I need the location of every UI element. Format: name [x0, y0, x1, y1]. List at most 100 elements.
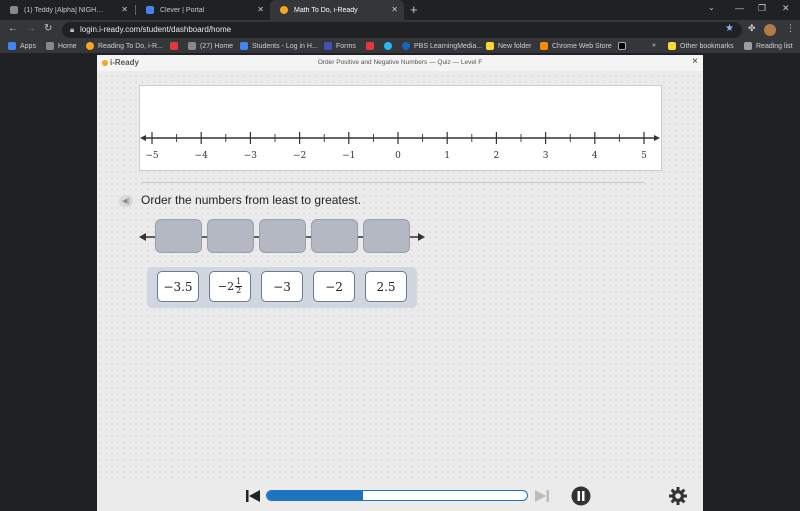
- clever-icon: [240, 42, 248, 50]
- card-denominator: 2: [236, 286, 242, 295]
- bookmark-red[interactable]: [366, 42, 378, 50]
- tab-close-icon[interactable]: ✕: [257, 5, 264, 14]
- bookmark-label: Chrome Web Store: [552, 42, 612, 50]
- tab-iready[interactable]: Math To Do, i-Ready ✕: [270, 0, 404, 20]
- card-value: −3.5: [163, 279, 193, 294]
- extensions-icon[interactable]: ✤: [748, 23, 756, 34]
- answer-slot-1[interactable]: [155, 219, 202, 253]
- number-card-neg-3[interactable]: −3: [261, 271, 303, 302]
- bookmark-reading[interactable]: Reading To Do, i-R...: [86, 42, 163, 50]
- bookmark-27-home[interactable]: (27) Home: [188, 42, 233, 50]
- tab-title: (1) Teddy [Alpha] NIGHTMARE M...: [24, 6, 104, 14]
- bookmark-label: Reading list: [756, 42, 793, 50]
- number-card-neg-3-5[interactable]: −3.5: [157, 271, 199, 302]
- right-arrow-icon: [654, 135, 660, 141]
- left-arrow-icon: [140, 135, 146, 141]
- tick-label: −2: [293, 151, 306, 161]
- tick-label: 2: [494, 151, 500, 161]
- speaker-icon[interactable]: ◀︎): [119, 195, 133, 207]
- bookmark-blue-circle[interactable]: [384, 42, 396, 50]
- minimize-icon[interactable]: —: [735, 3, 744, 13]
- bookmark-reading-list[interactable]: Reading list: [744, 42, 793, 50]
- tab-clever[interactable]: Clever | Portal ✕: [136, 0, 270, 20]
- bookmark-apps[interactable]: Apps: [8, 42, 36, 50]
- bookmark-new-folder[interactable]: New folder: [486, 42, 531, 50]
- back-icon[interactable]: ←: [8, 23, 18, 34]
- number-card-neg-2-half[interactable]: −2 1 2: [209, 271, 251, 302]
- bookmark-students[interactable]: Students - Log in H...: [240, 42, 318, 50]
- pause-icon[interactable]: [571, 486, 591, 506]
- tab-close-icon[interactable]: ✕: [121, 5, 128, 14]
- bookmarks-bar: Apps Home Reading To Do, i-R... (27) Hom…: [0, 40, 800, 54]
- bookmark-label: Forms: [336, 42, 356, 50]
- answer-slot-3[interactable]: [259, 219, 306, 253]
- close-icon[interactable]: ×: [692, 56, 698, 67]
- bookmark-youtube[interactable]: [170, 42, 182, 50]
- card-whole: −2: [217, 280, 235, 293]
- pbs-icon: [402, 42, 410, 50]
- lock-icon: 🔒︎: [70, 25, 75, 34]
- window-close-icon[interactable]: ✕: [782, 3, 790, 14]
- bookmark-favicon: [366, 42, 374, 50]
- folder-icon: [486, 42, 494, 50]
- folder-icon: [668, 42, 676, 50]
- card-value: −2: [325, 279, 343, 294]
- tick-label: −3: [244, 151, 258, 161]
- tab-favicon: [146, 6, 154, 14]
- bookmark-other[interactable]: Other bookmarks: [668, 42, 734, 50]
- tab-title: Clever | Portal: [160, 6, 205, 14]
- answer-slot-2[interactable]: [207, 219, 254, 253]
- bookmark-label: Reading To Do, i-R...: [98, 42, 163, 50]
- progress-fill: [267, 491, 364, 500]
- card-value: 2.5: [376, 279, 396, 294]
- forward-icon[interactable]: →: [26, 23, 36, 34]
- next-icon[interactable]: [534, 489, 550, 503]
- restore-icon[interactable]: ❐: [758, 3, 766, 14]
- tab-close-icon[interactable]: ✕: [391, 5, 398, 14]
- tab-favicon: [10, 6, 18, 14]
- bookmark-favicon: [46, 42, 54, 50]
- reload-icon[interactable]: ↻: [44, 23, 52, 34]
- rewind-icon[interactable]: [245, 489, 261, 503]
- bookmark-label: Other bookmarks: [680, 42, 734, 50]
- profile-avatar[interactable]: [764, 24, 776, 36]
- bookmark-black[interactable]: [618, 42, 630, 50]
- tab-search-icon[interactable]: ⌄: [708, 3, 715, 12]
- url-text: login.i-ready.com/student/dashboard/home: [80, 25, 232, 34]
- tick-label: −1: [342, 151, 355, 161]
- tick-label: −5: [145, 151, 159, 161]
- bookmark-label: (27) Home: [200, 42, 234, 50]
- bookmark-star-icon[interactable]: ★: [725, 23, 734, 34]
- bookmark-favicon: [384, 42, 392, 50]
- forms-icon: [324, 42, 332, 50]
- new-tab-button[interactable]: +: [410, 2, 418, 17]
- tick-label: 3: [543, 151, 549, 161]
- bookmark-pbs[interactable]: PBS LearningMedia...: [402, 42, 482, 50]
- youtube-icon: [170, 42, 178, 50]
- address-bar[interactable]: 🔒︎ login.i-ready.com/student/dashboard/h…: [62, 22, 742, 38]
- number-card-neg-2[interactable]: −2: [313, 271, 355, 302]
- bookmark-forms[interactable]: Forms: [324, 42, 356, 50]
- tab-teddy[interactable]: (1) Teddy [Alpha] NIGHTMARE M... ✕: [0, 0, 134, 20]
- bookmark-favicon: [188, 42, 196, 50]
- tick-label: 1: [444, 151, 450, 161]
- number-card-2-5[interactable]: 2.5: [365, 271, 407, 302]
- question-prompt: Order the numbers from least to greatest…: [141, 193, 362, 207]
- bookmark-home[interactable]: Home: [46, 42, 77, 50]
- bookmark-label: Home: [58, 42, 77, 50]
- answer-slot-5[interactable]: [363, 219, 410, 253]
- settings-gear-icon[interactable]: [669, 487, 687, 505]
- page-content: i-Ready Order Positive and Negative Numb…: [0, 55, 800, 511]
- apps-grid-icon: [8, 42, 16, 50]
- menu-icon[interactable]: ⋮: [786, 23, 795, 34]
- number-line-panel: −5 −4 −3 −2 −1 0 1 2 3 4 5: [139, 85, 662, 171]
- card-numerator: 1: [236, 277, 242, 286]
- bookmark-label: New folder: [498, 42, 532, 50]
- tick-label: 4: [592, 151, 598, 161]
- tab-favicon: [280, 6, 288, 14]
- answer-slot-4[interactable]: [311, 219, 358, 253]
- chrome-store-icon: [540, 42, 548, 50]
- bookmarks-overflow[interactable]: »: [652, 42, 656, 49]
- lesson-title: Order Positive and Negative Numbers — Qu…: [317, 59, 483, 66]
- bookmark-chrome-store[interactable]: Chrome Web Store: [540, 42, 612, 50]
